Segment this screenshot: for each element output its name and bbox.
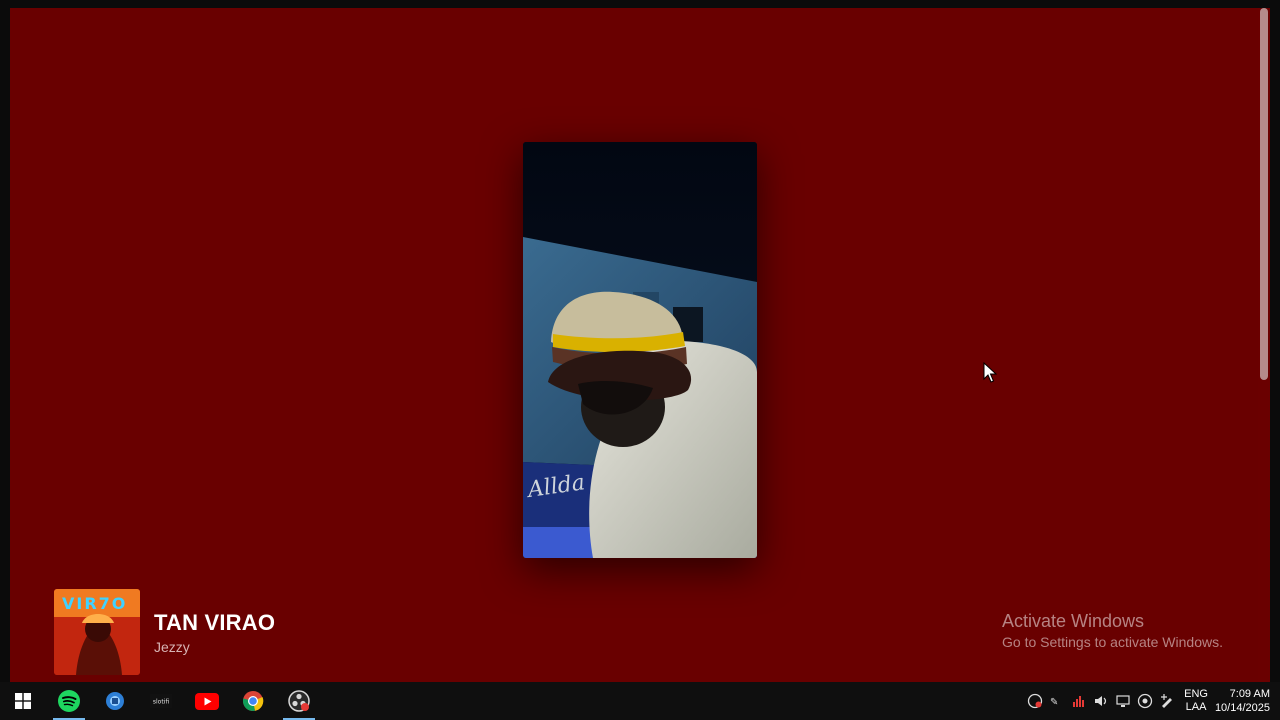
video-frame-image: Allda bbox=[523, 142, 757, 558]
browser-icon bbox=[106, 692, 124, 710]
system-tray: ✎ ENG LAA 7:09 AM 10/14/2025 bbox=[1024, 682, 1280, 720]
chrome-tray-icon[interactable] bbox=[1134, 682, 1156, 720]
track-meta: TAN VIRAO Jezzy bbox=[154, 610, 275, 655]
svg-text:✎: ✎ bbox=[1050, 697, 1058, 708]
clock-time: 7:09 AM bbox=[1229, 688, 1270, 700]
keyboard-layout-icon[interactable]: ✎ bbox=[1046, 682, 1068, 720]
youtube-button[interactable] bbox=[184, 682, 230, 720]
album-cover-image: VIR7O bbox=[54, 589, 140, 675]
slotify-button[interactable]: slotifi bbox=[138, 682, 184, 720]
youtube-icon bbox=[195, 692, 219, 710]
clock[interactable]: 7:09 AM 10/14/2025 bbox=[1214, 687, 1270, 715]
pen-settings-icon[interactable] bbox=[1156, 682, 1178, 720]
album-art[interactable]: VIR7O bbox=[54, 589, 140, 675]
activate-windows-watermark: Activate Windows Go to Settings to activ… bbox=[1002, 610, 1223, 651]
spotify-fullscreen-view: Allda VIR7O TAN VIRAO Jezzy Activate Win… bbox=[10, 8, 1270, 682]
taskbar: slotifi ✎ ENG LAA 7:09 AM 10/14/2025 bbox=[0, 682, 1280, 720]
windows-icon bbox=[15, 693, 31, 709]
spotify-icon bbox=[58, 690, 80, 712]
mouse-cursor-icon bbox=[983, 362, 997, 383]
browser-button[interactable] bbox=[92, 682, 138, 720]
chrome-icon bbox=[242, 691, 264, 712]
scroll-thumb[interactable] bbox=[1260, 8, 1268, 380]
now-playing-info: VIR7O TAN VIRAO Jezzy bbox=[54, 587, 275, 677]
obs-tray-icon[interactable] bbox=[1024, 682, 1046, 720]
watermark-subtitle: Go to Settings to activate Windows. bbox=[1002, 634, 1223, 650]
language-layout: LAA bbox=[1185, 701, 1207, 713]
track-artist[interactable]: Jezzy bbox=[154, 639, 275, 655]
performance-icon[interactable] bbox=[1068, 682, 1090, 720]
obs-button[interactable] bbox=[276, 682, 322, 720]
scrollbar[interactable] bbox=[1258, 8, 1270, 682]
language-code: ENG bbox=[1184, 688, 1208, 700]
track-title[interactable]: TAN VIRAO bbox=[154, 610, 275, 636]
volume-icon[interactable] bbox=[1090, 682, 1112, 720]
spotify-button[interactable] bbox=[46, 682, 92, 720]
slotify-icon: slotifi bbox=[150, 694, 172, 708]
language-indicator[interactable]: ENG LAA bbox=[1184, 688, 1208, 714]
canvas-video[interactable]: Allda bbox=[523, 142, 757, 558]
obs-icon bbox=[288, 690, 310, 712]
chrome-button[interactable] bbox=[230, 682, 276, 720]
start-button[interactable] bbox=[0, 682, 46, 720]
network-icon[interactable] bbox=[1112, 682, 1134, 720]
watermark-title: Activate Windows bbox=[1002, 611, 1145, 631]
slotify-label: slotifi bbox=[153, 699, 169, 706]
svg-text:VIR7O: VIR7O bbox=[62, 594, 127, 613]
clock-date: 10/14/2025 bbox=[1214, 702, 1270, 714]
